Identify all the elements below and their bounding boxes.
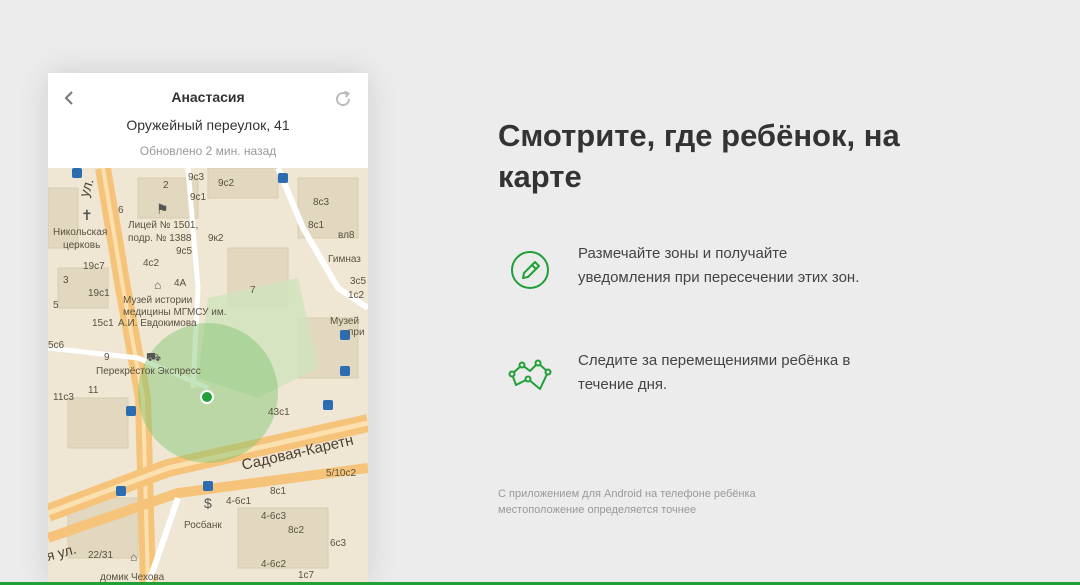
map-label: 5 — [53, 300, 59, 311]
map-label: медицины МГМСУ им. — [123, 307, 227, 318]
transit-icon — [323, 400, 333, 410]
map-label: 15с1 — [92, 318, 114, 329]
map-label: 4-6с1 — [226, 496, 251, 507]
phone-mockup: Анастасия Оружейный переулок, 41 Обновле… — [48, 73, 368, 585]
map-label: 9с3 — [188, 172, 205, 183]
map-label: 5с6 — [48, 340, 65, 351]
location-address: Оружейный переулок, 41 — [126, 117, 290, 133]
map-label: Перекрёсток Экспресс — [96, 366, 201, 377]
map-label: А.И. Евдокимова — [118, 318, 197, 329]
updated-time: Обновлено 2 мин. назад — [139, 144, 277, 158]
shop-icon: ⛟ — [146, 350, 161, 364]
map-label: 9к2 — [208, 233, 224, 244]
map-label: 4с2 — [143, 258, 160, 269]
location-header: Анастасия Оружейный переулок, 41 Обновле… — [48, 73, 368, 168]
map-label: 1с7 — [298, 570, 315, 581]
map-label: 8с1 — [308, 220, 325, 231]
map-label: 3с5 — [350, 276, 367, 287]
map-label: 8с3 — [313, 197, 330, 208]
map-label: 11 — [88, 385, 99, 396]
pencil-circle-icon — [511, 251, 549, 289]
map-label: Музей истории — [123, 295, 192, 306]
church-icon: ✝ — [81, 207, 93, 223]
street-label: ул. — [76, 176, 97, 199]
map-label: Гимназ — [328, 254, 361, 265]
map-label: 4-6с2 — [261, 559, 286, 570]
map-label: 7 — [250, 285, 256, 296]
transit-icon — [203, 481, 213, 491]
map-label: Росбанк — [184, 519, 222, 531]
map-label: 4-6с3 — [261, 511, 286, 522]
map-label: церковь — [63, 240, 100, 251]
transit-icon — [278, 173, 288, 183]
map-label: 8с2 — [288, 525, 305, 536]
school-icon: ⚑ — [156, 201, 169, 217]
street-label: я ул. — [48, 541, 78, 564]
map-label: 3 — [63, 275, 69, 286]
museum-icon: ⌂ — [130, 550, 137, 564]
map-label: Музей — [330, 316, 359, 327]
map-label: 19с7 — [83, 261, 105, 272]
map-label: 9с2 — [218, 178, 235, 189]
map-label: 22/31 — [88, 550, 113, 561]
map-label: 4А — [174, 278, 187, 289]
map-label: 5/10с2 — [326, 468, 356, 479]
feature-tracking-text: Следите за перемещениями ребёнка в течен… — [578, 352, 851, 393]
map-label: 9с1 — [190, 192, 207, 203]
map-label: при — [348, 327, 365, 338]
map-label: 6 — [118, 205, 124, 216]
map-label: 1с2 — [348, 290, 365, 301]
map-label: 9с5 — [176, 246, 193, 257]
map-label: вл8 — [338, 230, 355, 241]
museum-icon: ⌂ — [154, 278, 161, 292]
child-location-marker[interactable] — [200, 390, 214, 404]
android-footnote: С приложением для Android на телефоне ре… — [498, 488, 756, 516]
map-label: Лицей № 1501, — [128, 220, 198, 231]
page-headline: Смотрите, где ребёнок, на карте — [498, 118, 900, 194]
route-path-icon — [508, 359, 552, 390]
refresh-icon[interactable] — [332, 88, 354, 110]
map-label: 6с3 — [330, 538, 347, 549]
transit-icon — [126, 406, 136, 416]
map-label: 2 — [163, 180, 169, 191]
map-view[interactable]: 9с3 9с2 9с1 8с3 Лицей № 1501, подр. № 13… — [48, 168, 368, 585]
transit-icon — [116, 486, 126, 496]
bank-icon: $ — [204, 495, 212, 511]
map-label: Никольская — [53, 227, 107, 238]
map-label: подр. № 1388 — [128, 233, 192, 244]
child-name: Анастасия — [171, 89, 245, 105]
map-label: 43с1 — [268, 407, 290, 418]
map-label: 9 — [104, 352, 110, 363]
map-label: 11с3 — [53, 392, 74, 403]
feature-zones-text: Размечайте зоны и получайте уведомления … — [578, 245, 860, 286]
map-label: 8с1 — [270, 486, 287, 497]
map-label: 19с1 — [88, 288, 110, 299]
transit-icon — [340, 366, 350, 376]
